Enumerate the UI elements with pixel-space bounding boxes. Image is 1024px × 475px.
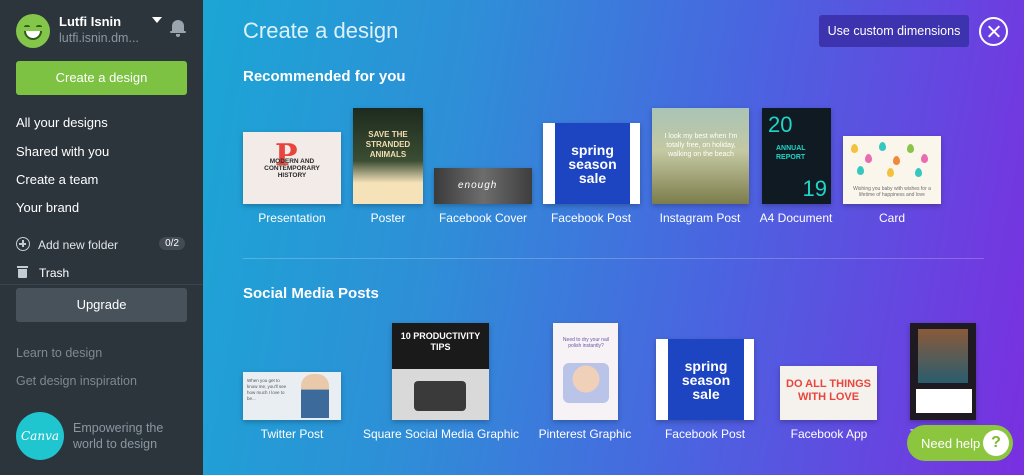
label-twitter-post[interactable]: Twitter Post <box>261 427 324 441</box>
thumb-presentation[interactable]: P MODERN AND CONTEMPORARY HISTORY <box>243 132 341 204</box>
thumb-poster[interactable]: SAVE THE STRANDED ANIMALS <box>353 108 423 204</box>
thumb-pinterest-graphic[interactable]: Need to dry your nail polish instantly? <box>553 323 618 420</box>
thumb-facebook-post[interactable]: spring season sale <box>543 123 640 204</box>
nav-all-designs[interactable]: All your designs <box>16 115 108 130</box>
canva-logo: Canva <box>16 412 64 460</box>
create-design-button[interactable]: Create a design <box>16 61 187 95</box>
avatar-eye-left <box>24 25 30 28</box>
plus-circle-icon <box>16 237 30 251</box>
add-folder-row[interactable]: Add new folder 0/2 <box>16 236 187 254</box>
thumb-last-item[interactable] <box>910 323 976 420</box>
chevron-down-icon[interactable] <box>152 17 162 23</box>
sidebar: Lutfi Isnin lutfi.isnin.dm... Create a d… <box>0 0 203 475</box>
label-a4-document[interactable]: A4 Document <box>760 211 833 225</box>
avatar[interactable] <box>16 14 50 48</box>
avatar-eye-right <box>36 25 42 28</box>
design-inspiration-link[interactable]: Get design inspiration <box>16 374 137 388</box>
learn-to-design-link[interactable]: Learn to design <box>16 346 102 360</box>
label-facebook-app[interactable]: Facebook App <box>791 427 868 441</box>
label-presentation[interactable]: Presentation <box>258 211 325 225</box>
nav-create-team[interactable]: Create a team <box>16 172 98 187</box>
label-card[interactable]: Card <box>879 211 905 225</box>
user-name: Lutfi Isnin <box>59 14 122 29</box>
trash-row[interactable]: Trash <box>16 264 187 282</box>
tagline: Empowering the world to design <box>73 421 164 451</box>
section-title-social: Social Media Posts <box>243 285 379 302</box>
thumb-square-social[interactable]: 10 PRODUCTIVITY TIPS <box>392 323 489 420</box>
thumb-card[interactable]: Wishing you baby with wishes for a lifet… <box>843 136 941 204</box>
add-folder-label: Add new folder <box>38 238 119 252</box>
bell-icon[interactable] <box>170 19 186 37</box>
nav-your-brand[interactable]: Your brand <box>16 200 79 215</box>
folder-count-badge: 0/2 <box>159 237 185 250</box>
section-separator <box>243 258 984 259</box>
trash-label: Trash <box>39 266 70 280</box>
thumb-instagram-post[interactable]: I look my best when I'm totally free, on… <box>652 108 749 204</box>
thumb-facebook-app[interactable]: DO ALL THINGS WITH LOVE <box>780 366 877 420</box>
label-instagram-post[interactable]: Instagram Post <box>660 211 741 225</box>
avatar-mouth <box>24 31 42 40</box>
user-profile[interactable]: Lutfi Isnin lutfi.isnin.dm... <box>16 14 191 50</box>
upgrade-button[interactable]: Upgrade <box>16 288 187 322</box>
thumb-facebook-post-2[interactable]: spring season sale <box>656 339 754 420</box>
label-pinterest-graphic[interactable]: Pinterest Graphic <box>539 427 632 441</box>
label-poster[interactable]: Poster <box>371 211 406 225</box>
thumb-facebook-cover[interactable]: enough <box>434 168 532 204</box>
close-icon[interactable] <box>979 17 1008 46</box>
label-facebook-post-2[interactable]: Facebook Post <box>665 427 745 441</box>
section-title-recommended: Recommended for you <box>243 68 406 85</box>
need-help-label: Need help <box>921 436 981 451</box>
trash-icon <box>17 266 28 278</box>
thumb-a4-document[interactable]: 20 ANNUAL REPORT 19 <box>762 108 831 204</box>
page-title: Create a design <box>243 18 399 43</box>
user-email: lutfi.isnin.dm... <box>59 31 139 45</box>
custom-dimensions-button[interactable]: Use custom dimensions <box>819 15 969 47</box>
main-panel: Create a design Use custom dimensions Re… <box>203 0 1024 475</box>
label-square-social[interactable]: Square Social Media Graphic <box>363 427 519 441</box>
label-facebook-post[interactable]: Facebook Post <box>551 211 631 225</box>
nav-shared-with-you[interactable]: Shared with you <box>16 144 109 159</box>
sidebar-divider <box>0 284 203 285</box>
label-facebook-cover[interactable]: Facebook Cover <box>439 211 527 225</box>
thumb-twitter-post[interactable]: When you get to know me, you'll see how … <box>243 372 341 420</box>
question-icon: ? <box>983 430 1009 456</box>
need-help-button[interactable]: Need help ? <box>907 425 1013 461</box>
